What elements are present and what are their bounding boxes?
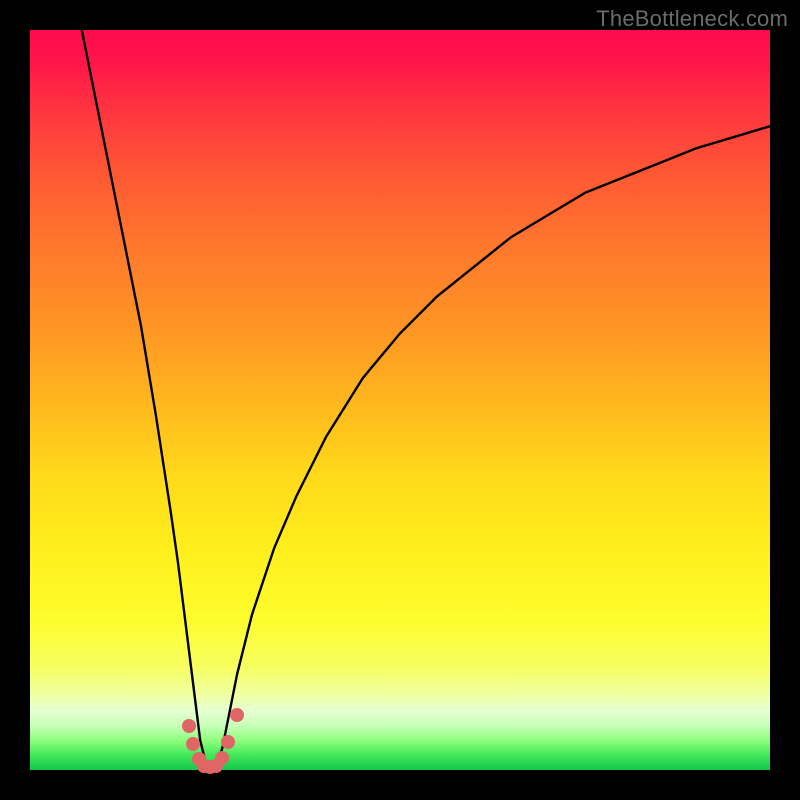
bottleneck-curve [30, 30, 770, 770]
plot-area [30, 30, 770, 770]
optimum-marker [221, 735, 235, 749]
chart-frame: TheBottleneck.com [0, 0, 800, 800]
watermark-text: TheBottleneck.com [596, 6, 788, 32]
optimum-marker [186, 737, 200, 751]
optimum-marker [215, 751, 229, 765]
optimum-marker [182, 719, 196, 733]
curve-path [82, 30, 770, 770]
optimum-marker [230, 708, 244, 722]
